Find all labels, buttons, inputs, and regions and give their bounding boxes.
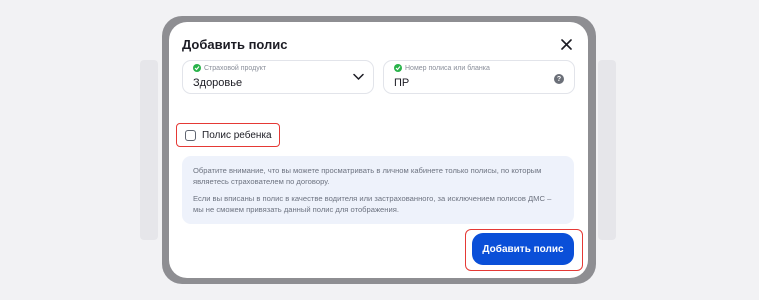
info-paragraph-2: Если вы вписаны в полис в качестве водит…	[193, 194, 552, 214]
product-field-value: Здоровье	[193, 77, 243, 89]
info-paragraph-1: Обратите внимание, что вы можете просмат…	[193, 166, 542, 186]
chevron-down-icon	[353, 73, 364, 81]
product-field-label: Страховой продукт	[204, 64, 267, 72]
dialog-title: Добавить полис	[182, 37, 288, 52]
check-icon	[394, 64, 402, 72]
close-button[interactable]	[556, 34, 576, 54]
checkbox-box[interactable]	[185, 129, 196, 141]
submit-highlight: Добавить полис	[465, 229, 583, 271]
policy-number-input[interactable]: Номер полиса или бланка ПР ?	[383, 60, 575, 94]
background-card-right	[598, 60, 616, 240]
info-notice: Обратите внимание, что вы можете просмат…	[182, 156, 574, 224]
add-policy-button[interactable]: Добавить полис	[472, 233, 574, 265]
insurance-product-select[interactable]: Страховой продукт Здоровье	[182, 60, 374, 94]
check-icon	[193, 64, 201, 72]
policy-field-value: ПР	[394, 77, 410, 89]
child-policy-label: Полис ребенка	[202, 129, 272, 141]
help-icon[interactable]: ?	[554, 74, 564, 84]
background-card-left	[140, 60, 158, 240]
close-icon	[560, 38, 572, 50]
policy-field-label: Номер полиса или бланка	[405, 64, 490, 72]
child-policy-checkbox[interactable]: Полис ребенка	[176, 123, 280, 147]
